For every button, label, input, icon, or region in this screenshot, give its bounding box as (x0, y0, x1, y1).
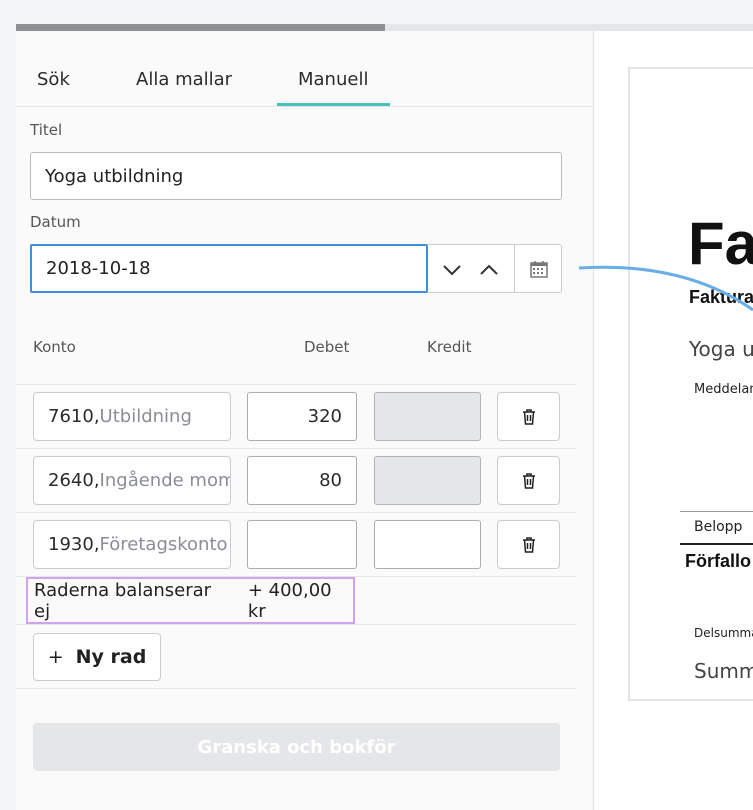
add-row-button[interactable]: + Ny rad (33, 633, 161, 681)
date-increment-button[interactable] (471, 252, 507, 288)
account-number: 7610 (48, 406, 94, 427)
trash-icon (522, 408, 535, 425)
invoice-amount-label: Belopp (694, 519, 743, 535)
tab-manuell[interactable]: Manuell (298, 69, 368, 90)
invoice-divider (680, 511, 753, 512)
title-label: Titel (30, 121, 63, 139)
add-row-label: Ny rad (75, 646, 147, 668)
row-divider (16, 688, 576, 689)
row-divider (16, 624, 576, 625)
chevron-down-icon (443, 265, 461, 276)
field-connector-line (578, 265, 753, 312)
row-divider (16, 384, 576, 385)
kredit-input (374, 392, 481, 441)
progress-bar (16, 24, 753, 31)
invoice-divider (680, 543, 753, 545)
chevron-up-icon (480, 264, 498, 275)
calendar-icon (529, 260, 548, 278)
invoice-due-label: Förfallo (685, 551, 751, 571)
balance-amount: + 400,00 kr (247, 579, 332, 622)
plus-icon: + (47, 646, 64, 668)
kredit-column-header: Kredit (427, 338, 472, 356)
account-field[interactable]: 1930, Företagskonto (33, 520, 231, 569)
kredit-input (374, 456, 481, 505)
account-field[interactable]: 7610, Utbildning (33, 392, 231, 441)
title-input-value: Yoga utbildning (45, 165, 184, 187)
title-input[interactable]: Yoga utbildning (30, 152, 562, 200)
account-name: Företagskonto (99, 534, 228, 555)
delete-row-button[interactable] (497, 520, 560, 569)
delete-row-button[interactable] (497, 456, 560, 505)
trash-icon (522, 536, 535, 553)
date-input-value: 2018-10-18 (46, 258, 151, 279)
review-and-book-label: Granska och bokför (197, 736, 396, 758)
account-name: Ingående moms (99, 470, 231, 491)
debet-input[interactable]: 320 (247, 392, 357, 441)
date-label: Datum (30, 213, 81, 231)
calendar-button[interactable] (515, 244, 562, 293)
date-input[interactable]: 2018-10-18 (30, 244, 428, 293)
debet-column-header: Debet (304, 338, 350, 356)
invoice-total-label: Summa (694, 659, 753, 683)
account-number: 2640 (48, 470, 94, 491)
account-field[interactable]: 2640, Ingående moms (33, 456, 231, 505)
invoice-preview[interactable]: Fak Faktura Yoga ut Meddelande Belopp Fö… (628, 67, 753, 701)
debet-value: 320 (307, 406, 342, 427)
invoice-message-label: Meddelande (694, 382, 753, 397)
review-and-book-button[interactable]: Granska och bokför (33, 723, 560, 771)
delete-row-button[interactable] (497, 392, 560, 441)
trash-icon (522, 472, 535, 489)
debet-input[interactable] (247, 520, 357, 569)
account-name: Utbildning (99, 406, 192, 427)
tab-alla-mallar[interactable]: Alla mallar (136, 69, 232, 90)
progress-bar-fill (16, 24, 385, 31)
date-decrement-button[interactable] (434, 252, 470, 288)
debet-value: 80 (319, 470, 342, 491)
tab-sok[interactable]: Sök (37, 69, 70, 90)
account-number: 1930 (48, 534, 94, 555)
row-divider (16, 448, 576, 449)
invoice-subtotal-label: Delsumma (694, 626, 753, 640)
kredit-input[interactable] (374, 520, 481, 569)
tabs-divider (16, 106, 592, 107)
balance-message: Raderna balanserar ej (34, 579, 212, 622)
balance-warning: Raderna balanserar ej + 400,00 kr (26, 577, 355, 624)
debet-input[interactable]: 80 (247, 456, 357, 505)
konto-column-header: Konto (33, 338, 76, 356)
invoice-title: Yoga ut (689, 337, 753, 361)
row-divider (16, 512, 576, 513)
